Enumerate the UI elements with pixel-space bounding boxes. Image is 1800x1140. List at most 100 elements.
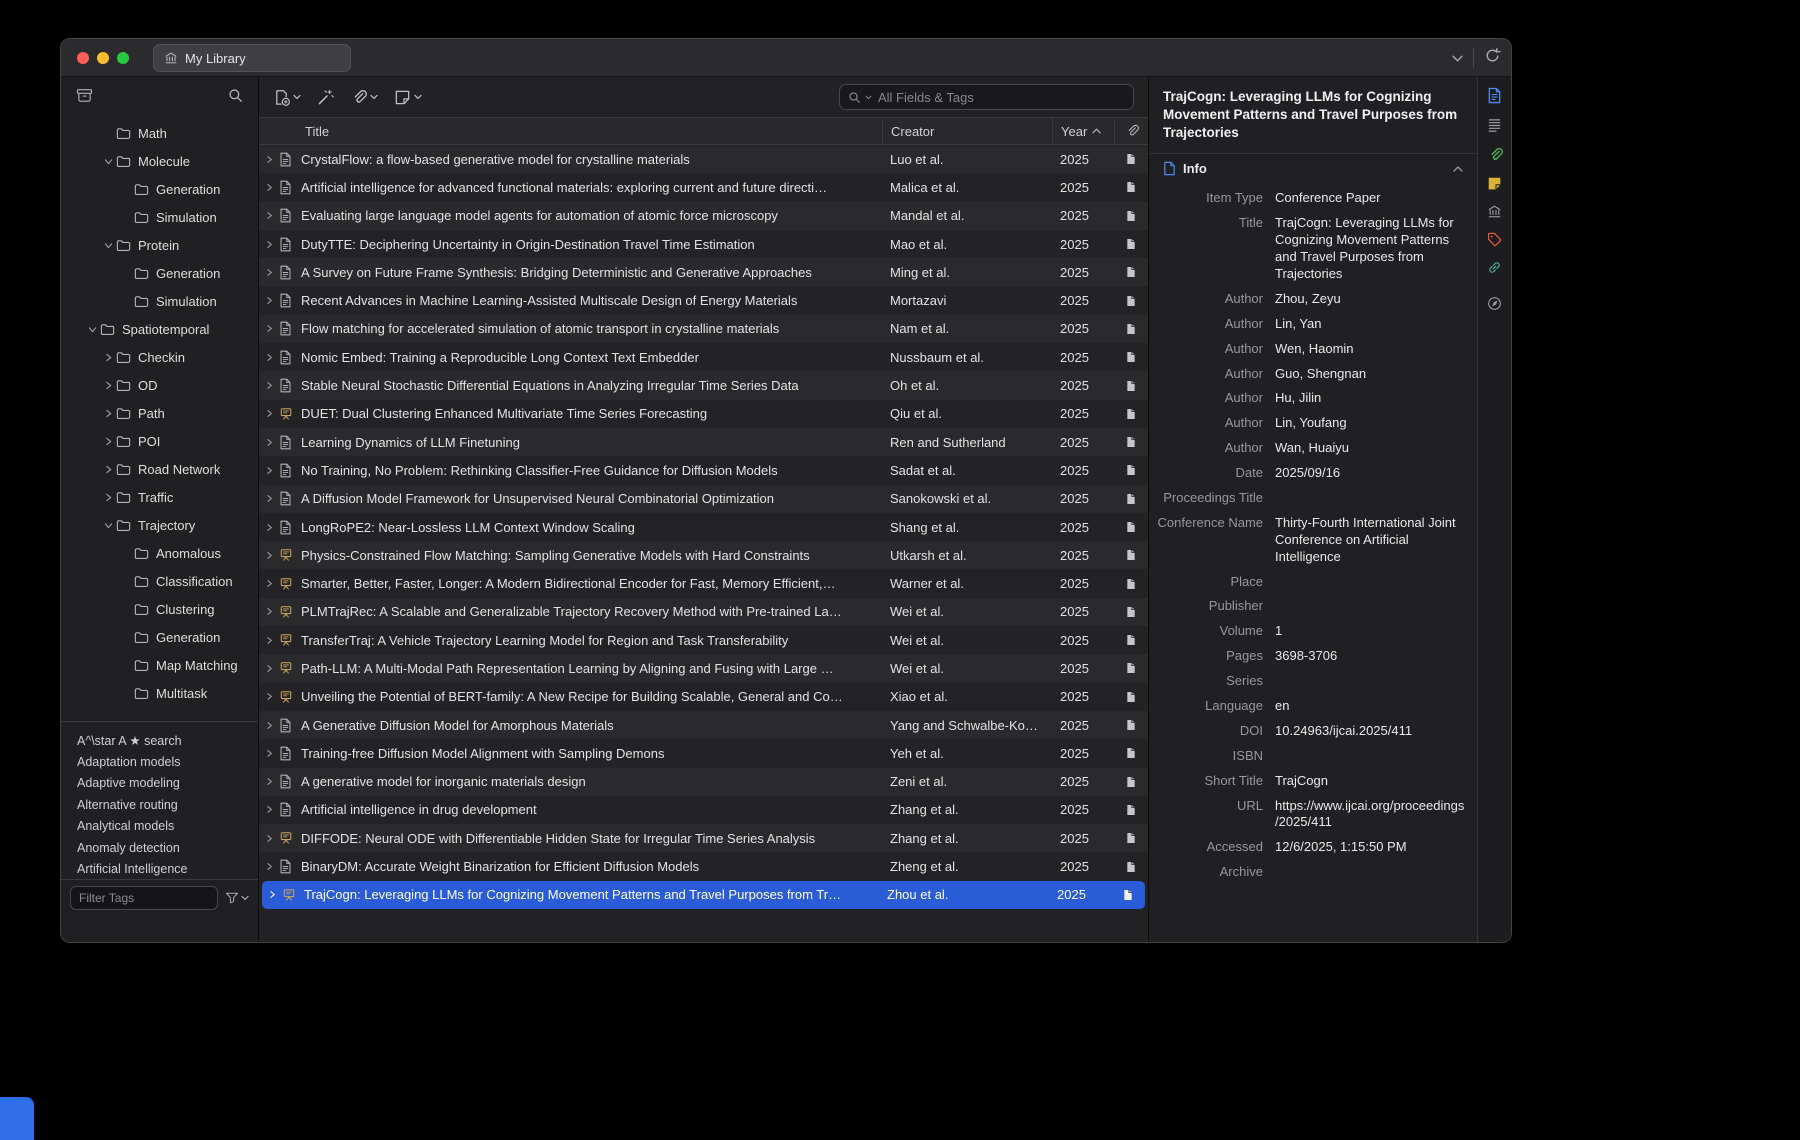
collection-item[interactable]: POI — [61, 427, 258, 455]
row-expand-chevron-icon[interactable] — [259, 834, 279, 843]
row-expand-chevron-icon[interactable] — [259, 721, 279, 730]
table-row[interactable]: PLMTrajRec: A Scalable and Generalizable… — [259, 598, 1148, 626]
table-row[interactable]: DutyTTE: Deciphering Uncertainty in Orig… — [259, 230, 1148, 258]
field-value[interactable]: https://www.ijcai.org/proceedings/2025/4… — [1275, 798, 1467, 832]
row-expand-chevron-icon[interactable] — [262, 890, 282, 899]
collection-expand-chevron-icon[interactable] — [101, 157, 116, 166]
search-input[interactable] — [876, 89, 1125, 106]
field-value[interactable]: Lin, Yan — [1275, 316, 1467, 333]
column-header-year[interactable]: Year — [1052, 118, 1114, 144]
sync-button[interactable] — [1484, 47, 1501, 69]
collection-expand-chevron-icon[interactable] — [85, 325, 100, 334]
row-expand-chevron-icon[interactable] — [259, 777, 279, 786]
collection-item[interactable]: Road Network — [61, 455, 258, 483]
row-expand-chevron-icon[interactable] — [259, 211, 279, 220]
libraries-collections-tab-icon[interactable] — [1487, 204, 1502, 219]
row-expand-chevron-icon[interactable] — [259, 353, 279, 362]
field-value[interactable]: Wan, Huaiyu — [1275, 440, 1467, 457]
tag-item[interactable]: Anomaly detection — [61, 837, 258, 858]
collection-expand-chevron-icon[interactable] — [101, 241, 116, 250]
column-header-creator[interactable]: Creator — [882, 118, 1052, 144]
field-value[interactable] — [1275, 748, 1467, 765]
zoom-window-button[interactable] — [117, 52, 129, 64]
info-section-header[interactable]: Info — [1149, 153, 1477, 183]
column-header-attachments[interactable] — [1114, 118, 1148, 144]
row-expand-chevron-icon[interactable] — [259, 523, 279, 532]
table-row[interactable]: A Generative Diffusion Model for Amorpho… — [259, 711, 1148, 739]
row-expand-chevron-icon[interactable] — [259, 862, 279, 871]
table-row[interactable]: DUET: Dual Clustering Enhanced Multivari… — [259, 400, 1148, 428]
field-value[interactable]: TrajCogn — [1275, 773, 1467, 790]
table-row[interactable]: DIFFODE: Neural ODE with Differentiable … — [259, 824, 1148, 852]
row-expand-chevron-icon[interactable] — [259, 466, 279, 475]
collection-item[interactable]: Generation — [61, 259, 258, 287]
field-value[interactable]: Conference Paper — [1275, 190, 1467, 207]
collection-item[interactable]: Spatiotemporal — [61, 315, 258, 343]
attachments-tab-icon[interactable] — [1487, 147, 1503, 163]
notes-tab-icon[interactable] — [1487, 176, 1502, 191]
field-value[interactable] — [1275, 673, 1467, 690]
tag-item[interactable]: Alternative routing — [61, 794, 258, 815]
table-row[interactable]: Smarter, Better, Faster, Longer: A Moder… — [259, 569, 1148, 597]
collection-item[interactable]: Map Matching — [61, 651, 258, 679]
row-expand-chevron-icon[interactable] — [259, 579, 279, 588]
collection-item[interactable]: Simulation — [61, 203, 258, 231]
row-expand-chevron-icon[interactable] — [259, 438, 279, 447]
tag-item[interactable]: Adaptation models — [61, 751, 258, 772]
row-expand-chevron-icon[interactable] — [259, 607, 279, 616]
field-value[interactable]: en — [1275, 698, 1467, 715]
related-tab-icon[interactable] — [1487, 260, 1502, 275]
collection-expand-chevron-icon[interactable] — [101, 437, 116, 446]
tab-list-chevron-icon[interactable] — [1452, 49, 1463, 67]
table-row[interactable]: No Training, No Problem: Rethinking Clas… — [259, 456, 1148, 484]
new-collection-button[interactable] — [76, 88, 93, 108]
collection-item[interactable]: OD — [61, 371, 258, 399]
tag-item[interactable]: A^\star A ★ search — [61, 730, 258, 751]
row-expand-chevron-icon[interactable] — [259, 749, 279, 758]
collection-item[interactable]: Generation — [61, 175, 258, 203]
collection-expand-chevron-icon[interactable] — [101, 521, 116, 530]
field-value[interactable] — [1275, 490, 1467, 507]
close-window-button[interactable] — [77, 52, 89, 64]
table-row[interactable]: Flow matching for accelerated simulation… — [259, 315, 1148, 343]
collection-item[interactable]: Path — [61, 399, 258, 427]
info-tab-icon[interactable] — [1487, 87, 1502, 104]
row-expand-chevron-icon[interactable] — [259, 296, 279, 305]
field-value[interactable]: 12/6/2025, 1:15:50 PM — [1275, 839, 1467, 856]
collection-item[interactable]: Clustering — [61, 595, 258, 623]
table-row[interactable]: CrystalFlow: a flow-based generative mod… — [259, 145, 1148, 173]
row-expand-chevron-icon[interactable] — [259, 381, 279, 390]
column-header-title[interactable]: Title — [259, 118, 882, 144]
table-row[interactable]: TransferTraj: A Vehicle Trajectory Learn… — [259, 626, 1148, 654]
field-value[interactable]: Guo, Shengnan — [1275, 366, 1467, 383]
row-expand-chevron-icon[interactable] — [259, 692, 279, 701]
row-expand-chevron-icon[interactable] — [259, 240, 279, 249]
row-expand-chevron-icon[interactable] — [259, 155, 279, 164]
field-value[interactable] — [1275, 574, 1467, 591]
row-expand-chevron-icon[interactable] — [259, 636, 279, 645]
field-value[interactable]: TrajCogn: Leveraging LLMs for Cognizing … — [1275, 215, 1467, 283]
collection-expand-chevron-icon[interactable] — [101, 409, 116, 418]
collection-item[interactable]: Classification — [61, 567, 258, 595]
table-row[interactable]: BinaryDM: Accurate Weight Binarization f… — [259, 852, 1148, 880]
collection-expand-chevron-icon[interactable] — [101, 381, 116, 390]
table-row[interactable]: Path-LLM: A Multi-Modal Path Representat… — [259, 654, 1148, 682]
field-value[interactable]: Wen, Haomin — [1275, 341, 1467, 358]
tag-item[interactable]: Analytical models — [61, 816, 258, 837]
collection-item[interactable]: Molecule — [61, 147, 258, 175]
collection-item[interactable]: Trajectory — [61, 511, 258, 539]
new-note-button[interactable] — [394, 89, 422, 106]
table-row[interactable]: Recent Advances in Machine Learning-Assi… — [259, 286, 1148, 314]
table-row[interactable]: A generative model for inorganic materia… — [259, 768, 1148, 796]
row-expand-chevron-icon[interactable] — [259, 268, 279, 277]
table-row[interactable]: Physics-Constrained Flow Matching: Sampl… — [259, 541, 1148, 569]
row-expand-chevron-icon[interactable] — [259, 551, 279, 560]
field-value[interactable]: 3698-3706 — [1275, 648, 1467, 665]
collection-item[interactable]: Generation — [61, 623, 258, 651]
collection-expand-chevron-icon[interactable] — [101, 493, 116, 502]
collection-expand-chevron-icon[interactable] — [101, 353, 116, 362]
collection-item[interactable]: Anomalous — [61, 539, 258, 567]
field-value[interactable]: 2025/09/16 — [1275, 465, 1467, 482]
field-value[interactable]: 10.24963/ijcai.2025/411 — [1275, 723, 1467, 740]
table-row[interactable]: Nomic Embed: Training a Reproducible Lon… — [259, 343, 1148, 371]
